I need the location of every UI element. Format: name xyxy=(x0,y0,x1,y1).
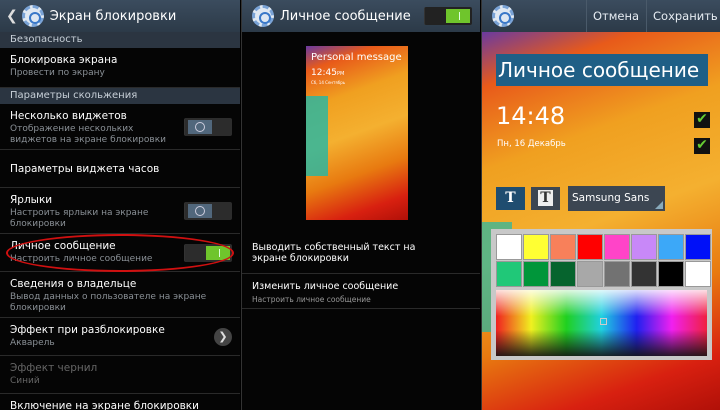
section-security: Безопасность xyxy=(0,32,240,48)
header: Личное сообщение xyxy=(242,0,480,32)
color-swatch[interactable] xyxy=(523,261,549,287)
item-subtitle: Провести по экрану xyxy=(10,68,105,78)
shortcuts-item[interactable]: Ярлыки Настроить ярлыки на экране блокиро… xyxy=(0,188,240,234)
edit-message-item[interactable]: Изменить личное сообщение Настроить лично… xyxy=(242,275,480,309)
settings-gear-icon xyxy=(252,5,274,27)
color-swatch[interactable] xyxy=(496,234,522,260)
font-dropdown[interactable]: Samsung Sans xyxy=(568,186,665,211)
master-toggle[interactable] xyxy=(424,7,472,25)
preview-date: Сб, 14 Сентябрь xyxy=(311,80,346,85)
item-subtitle: Отображение нескольких виджетов на экран… xyxy=(10,124,166,145)
color-palette xyxy=(491,229,712,360)
color-swatch[interactable] xyxy=(523,234,549,260)
multiple-widgets-toggle[interactable] xyxy=(184,117,232,136)
clock-widget-options-item[interactable]: Параметры виджета часов xyxy=(0,150,240,188)
preview-message: Personal message xyxy=(311,52,402,63)
item-subtitle: Вывод данных о пользователе на экране бл… xyxy=(10,292,207,313)
checkbox-show-date[interactable]: ✔ xyxy=(694,138,710,154)
color-swatch[interactable] xyxy=(685,261,711,287)
color-swatch[interactable] xyxy=(496,261,522,287)
color-swatches xyxy=(496,234,711,287)
personal-message-item[interactable]: Личное сообщение Настроить личное сообщен… xyxy=(0,234,240,272)
section-swipe-options: Параметры скольжения xyxy=(0,88,240,104)
color-gradient-picker[interactable] xyxy=(496,290,707,356)
item-title: Эффект при разблокировке xyxy=(10,324,165,336)
color-swatch[interactable] xyxy=(550,261,576,287)
ink-effect-item: Эффект чернил Синий xyxy=(0,356,240,394)
color-swatch[interactable] xyxy=(658,234,684,260)
item-title: Включение на экране блокировки xyxy=(10,400,199,410)
color-swatch[interactable] xyxy=(604,261,630,287)
message-text-input[interactable]: Личное сообщение xyxy=(496,54,708,86)
lockscreen-preview: Personal message 12:45PM Сб, 14 Сентябрь xyxy=(306,46,408,220)
wake-up-item[interactable]: Включение на экране блокировки xyxy=(0,394,240,410)
item-subtitle: Настроить личное сообщение xyxy=(252,295,371,304)
item-title: Выводить собственный текст на экране бло… xyxy=(252,242,416,264)
checkbox-show-clock[interactable]: ✔ xyxy=(694,112,710,128)
lock-screen-settings-panel: ❮ Экран блокировки Безопасность Блокиров… xyxy=(0,0,240,410)
item-subtitle: Акварель xyxy=(10,338,55,348)
text-boxed-label: T xyxy=(538,190,553,206)
color-swatch[interactable] xyxy=(550,234,576,260)
cancel-button[interactable]: Отмена xyxy=(586,0,645,32)
screen-lock-item[interactable]: Блокировка экрана Провести по экрану xyxy=(0,48,240,88)
color-picker-cursor[interactable] xyxy=(600,318,607,325)
settings-gear-icon xyxy=(21,5,44,27)
shortcuts-toggle[interactable] xyxy=(184,201,232,220)
preview-ampm: PM xyxy=(336,71,345,77)
color-swatch[interactable] xyxy=(631,234,657,260)
color-swatch[interactable] xyxy=(658,261,684,287)
personal-message-panel: Личное сообщение Personal message 12:45P… xyxy=(241,0,480,410)
item-subtitle: Настроить личное сообщение xyxy=(10,254,153,264)
unlock-effect-item[interactable]: Эффект при разблокировке Акварель ❯ xyxy=(0,318,240,356)
custom-text-item[interactable]: Выводить собственный текст на экране бло… xyxy=(242,236,480,274)
page-title: Экран блокировки xyxy=(49,8,177,24)
text-boxed-button[interactable]: T xyxy=(531,187,560,210)
clock: 14:48 xyxy=(496,102,566,130)
preview-time-value: 12:45 xyxy=(311,68,337,78)
preview-time: 12:45PM xyxy=(311,68,344,78)
item-title: Изменить личное сообщение xyxy=(252,281,399,292)
item-title: Блокировка экрана xyxy=(10,54,118,66)
chevron-right-icon[interactable]: ❯ xyxy=(214,327,232,346)
back-icon[interactable]: ❮ xyxy=(6,8,18,24)
owner-info-item[interactable]: Сведения о владельце Вывод данных о польз… xyxy=(0,272,240,318)
message-editor-panel: Отмена Сохранить Личное сообщение 14:48 … xyxy=(481,0,720,410)
header: Отмена Сохранить xyxy=(482,0,720,32)
item-subtitle: Синий xyxy=(10,376,40,386)
item-subtitle: Настроить ярлыки на экране блокировки xyxy=(10,208,149,229)
color-swatch[interactable] xyxy=(685,234,711,260)
settings-gear-icon xyxy=(492,5,514,27)
multiple-widgets-item[interactable]: Несколько виджетов Отображение нескольких… xyxy=(0,104,240,150)
header: ❮ Экран блокировки xyxy=(0,0,240,32)
item-title: Эффект чернил xyxy=(10,362,98,374)
color-swatch[interactable] xyxy=(577,234,603,260)
color-swatch[interactable] xyxy=(631,261,657,287)
item-title: Параметры виджета часов xyxy=(10,163,160,175)
text-plain-button[interactable]: T xyxy=(496,187,525,210)
page-title: Личное сообщение xyxy=(280,8,411,24)
personal-message-toggle[interactable] xyxy=(184,243,232,262)
item-title: Сведения о владельце xyxy=(10,278,137,290)
color-swatch[interactable] xyxy=(604,234,630,260)
color-swatch[interactable] xyxy=(577,261,603,287)
save-button[interactable]: Сохранить xyxy=(646,0,720,32)
date: Пн, 16 Декабрь xyxy=(497,139,566,149)
